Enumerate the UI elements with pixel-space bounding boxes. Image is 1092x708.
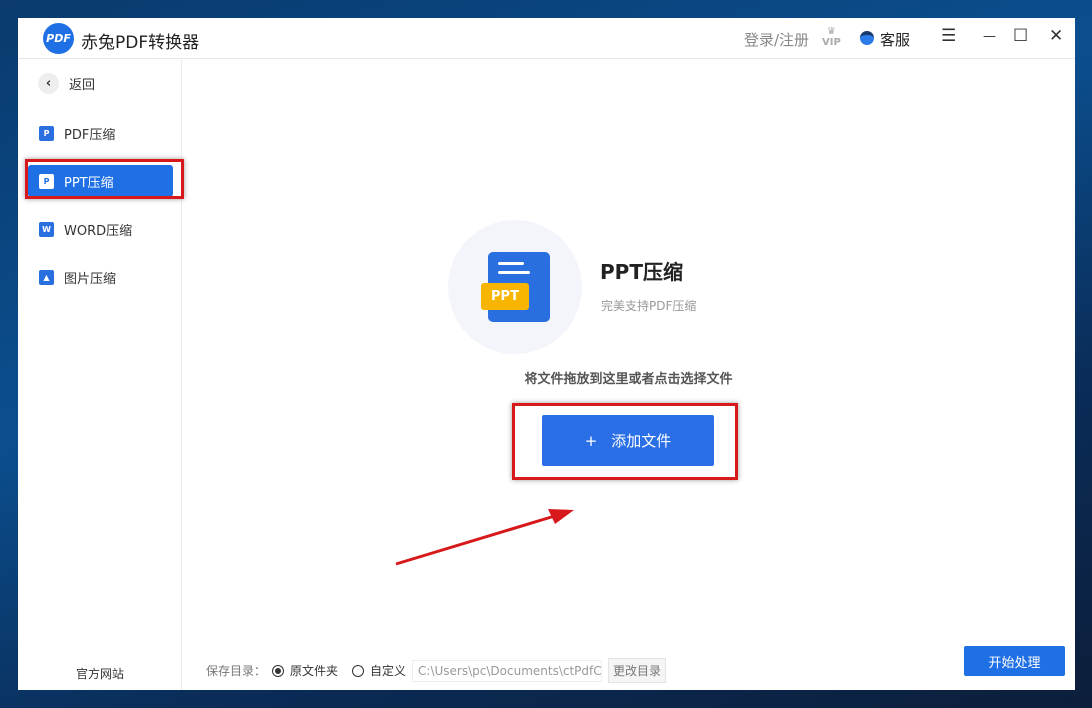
opt-original-label: 原文件夹 bbox=[290, 662, 338, 679]
radio-custom[interactable] bbox=[352, 665, 364, 677]
save-label: 保存目录： bbox=[206, 662, 266, 679]
start-process-button[interactable]: 开始处理 bbox=[964, 646, 1065, 676]
app-window: PDF 赤兔PDF转换器 登录/注册 ♛VIP 客服 ☰ — ☐ ✕ ‹返回 P… bbox=[18, 18, 1075, 690]
change-directory-button[interactable]: 更改目录 bbox=[608, 658, 666, 683]
radio-original-folder[interactable] bbox=[272, 665, 284, 677]
opt-custom-label: 自定义 bbox=[370, 662, 406, 679]
path-input[interactable]: C:\Users\pc\Documents\ctPdfCo bbox=[412, 660, 602, 682]
red-arrow-annotation bbox=[18, 18, 1075, 690]
save-directory-bar: 保存目录： 原文件夹 自定义 C:\Users\pc\Documents\ctP… bbox=[206, 658, 666, 683]
